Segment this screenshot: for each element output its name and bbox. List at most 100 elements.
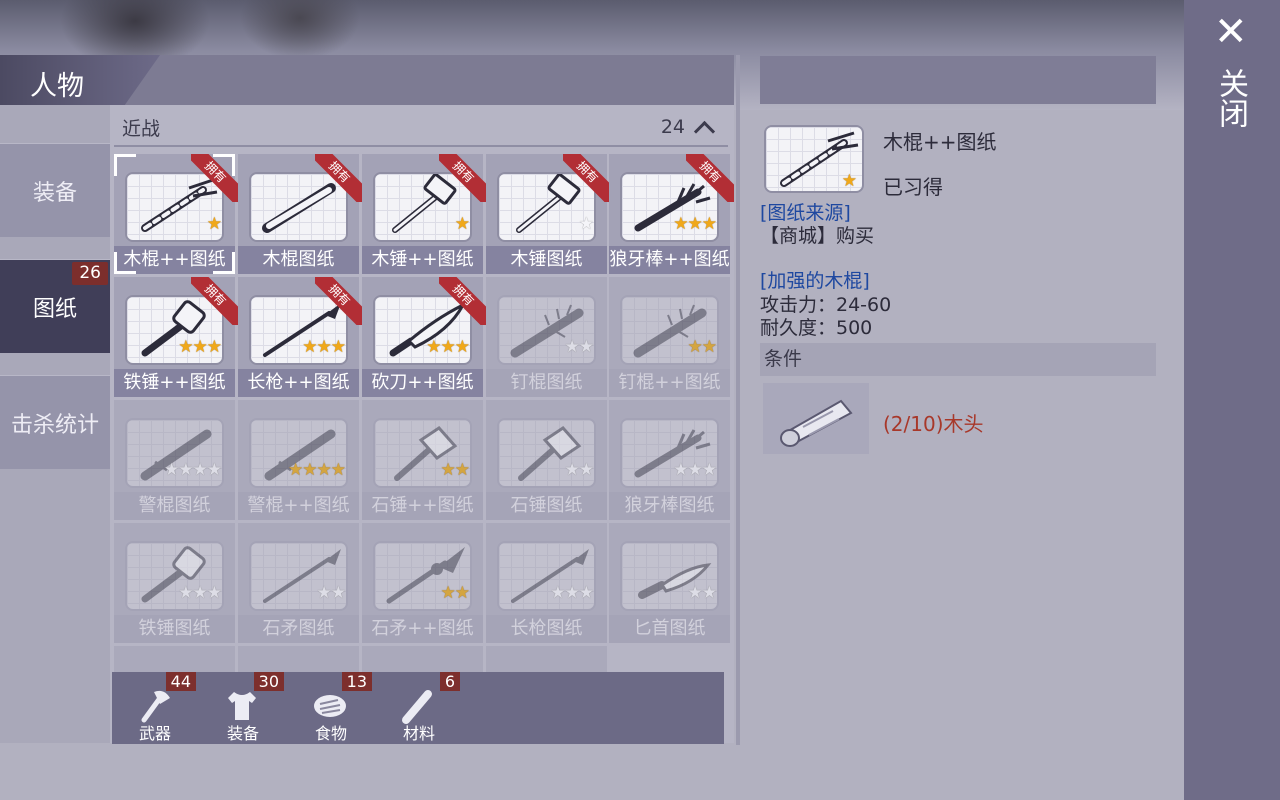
rarity-stars: ★★ bbox=[440, 583, 471, 603]
star-icon: ★ bbox=[578, 337, 594, 357]
tab-label: 材料 bbox=[402, 724, 435, 743]
nav-item-equipment[interactable]: 装备 bbox=[0, 143, 110, 237]
owned-ribbon: 拥有 bbox=[439, 277, 487, 325]
detail-blueprint-thumb: ★ bbox=[764, 125, 864, 193]
selection-corner bbox=[213, 154, 235, 176]
blueprint-label: 石锤图纸 bbox=[486, 492, 607, 520]
blueprint-label: 匕首图纸 bbox=[609, 615, 730, 643]
rarity-stars: ★★ bbox=[565, 462, 595, 479]
blueprint-label: 木棍图纸 bbox=[238, 246, 359, 274]
star-icon: ★ bbox=[316, 337, 332, 357]
inventory-tabs: 44 武器 30 装备 13 食物 6 材料 bbox=[112, 672, 724, 744]
blueprint-cell[interactable]: ★★★ 狼牙棒图纸 bbox=[609, 400, 730, 520]
material-wood-slot[interactable] bbox=[763, 383, 869, 454]
nav-item-blueprints[interactable]: 图纸 26 bbox=[0, 259, 110, 353]
star-icon: ★ bbox=[578, 214, 594, 234]
blueprint-cell[interactable]: 木棍图纸 拥有 bbox=[238, 154, 363, 274]
left-nav: 装备 图纸 26 击杀统计 bbox=[0, 105, 110, 743]
blueprint-cell[interactable]: ★ 木锤图纸 拥有 bbox=[486, 154, 611, 274]
blueprint-cell[interactable]: ★★★ 砍刀++图纸 拥有 bbox=[362, 277, 487, 397]
tab-label: 武器 bbox=[138, 724, 171, 743]
blueprint-label: 狼牙棒图纸 bbox=[609, 492, 730, 520]
blueprint-label: 长枪++图纸 bbox=[238, 369, 359, 397]
blueprint-cell[interactable]: ★★ 钉棍++图纸 bbox=[609, 277, 730, 397]
star-icon: ★ bbox=[288, 460, 303, 480]
blueprint-label: 石矛++图纸 bbox=[362, 615, 483, 643]
star-icon: ★ bbox=[192, 583, 208, 603]
owned-tag: 拥有 bbox=[439, 277, 487, 325]
detail-title: 木棍++图纸 bbox=[883, 130, 997, 154]
star-icon: ★ bbox=[550, 583, 565, 603]
star-icon: ★ bbox=[454, 337, 470, 357]
wood-log-icon bbox=[780, 399, 853, 447]
blueprint-label: 警棍++图纸 bbox=[238, 492, 359, 520]
close-button[interactable]: 关闭 bbox=[1212, 68, 1252, 128]
star-icon: ★ bbox=[164, 460, 179, 480]
selection-corner bbox=[114, 252, 136, 274]
rarity-stars: ★★ bbox=[440, 460, 471, 480]
tab-equipment[interactable]: 30 装备 bbox=[200, 672, 286, 744]
rarity-stars: ★★★ bbox=[178, 337, 222, 357]
rarity-stars: ★★★★ bbox=[288, 460, 346, 480]
star-icon: ★ bbox=[330, 583, 346, 603]
blueprint-cell[interactable]: ★★ 钉棍图纸 bbox=[486, 277, 607, 397]
rarity-stars: ★★★ bbox=[673, 460, 717, 480]
rarity-stars: ★ bbox=[207, 216, 222, 233]
star-icon: ★ bbox=[564, 583, 580, 603]
blueprint-cell[interactable]: ★★★ 长枪图纸 bbox=[486, 523, 607, 643]
nav-item-kill-stats[interactable]: 击杀统计 bbox=[0, 375, 110, 469]
close-icon[interactable]: ✕ bbox=[1214, 12, 1250, 52]
star-icon: ★ bbox=[330, 337, 346, 357]
owned-ribbon: 拥有 bbox=[563, 154, 611, 202]
owned-ribbon: 拥有 bbox=[315, 154, 363, 202]
blueprint-cell[interactable]: ★★ 石锤++图纸 bbox=[362, 400, 483, 520]
conditions-heading: 条件 bbox=[760, 343, 1156, 376]
star-icon: ★ bbox=[687, 460, 703, 480]
star-icon: ★ bbox=[440, 583, 456, 603]
star-icon: ★ bbox=[701, 460, 717, 480]
star-icon: ★ bbox=[564, 337, 580, 357]
star-icon: ★ bbox=[578, 583, 594, 603]
owned-tag: 拥有 bbox=[563, 154, 611, 202]
star-icon: ★ bbox=[330, 460, 346, 480]
star-icon: ★ bbox=[701, 214, 717, 234]
star-icon: ★ bbox=[440, 460, 456, 480]
blueprint-cell[interactable]: ★ 木锤++图纸 拥有 bbox=[362, 154, 487, 274]
owned-tag: 拥有 bbox=[191, 277, 239, 325]
owned-ribbon: 拥有 bbox=[439, 154, 487, 202]
star-icon: ★ bbox=[687, 583, 703, 603]
tab-weapons[interactable]: 44 武器 bbox=[112, 672, 198, 744]
nav-item-label: 击杀统计 bbox=[10, 412, 99, 438]
blueprint-cell[interactable]: ★★★ 长枪++图纸 拥有 bbox=[238, 277, 363, 397]
nav-item-label: 图纸 bbox=[32, 296, 77, 322]
blueprint-label: 砍刀++图纸 bbox=[362, 369, 483, 397]
blueprint-cell[interactable]: ★★★★ 警棍图纸 bbox=[114, 400, 235, 520]
blueprint-cell[interactable]: ★★★★ 警棍++图纸 bbox=[238, 400, 359, 520]
blueprint-cell[interactable]: ★★ 石矛图纸 bbox=[238, 523, 359, 643]
chevron-up-icon[interactable] bbox=[693, 120, 716, 142]
tab-count: 13 bbox=[341, 672, 372, 691]
blueprint-cell[interactable]: ★★★ 铁锤++图纸 拥有 bbox=[114, 277, 239, 397]
blueprint-cell[interactable]: ★★ 匕首图纸 bbox=[609, 523, 730, 643]
blueprint-cell[interactable]: ★★ 石锤图纸 bbox=[486, 400, 607, 520]
blueprint-cell[interactable]: ★★★ 狼牙棒++图纸 拥有 bbox=[609, 154, 734, 274]
blueprint-label: 石锤++图纸 bbox=[362, 492, 483, 520]
blueprint-label: 铁锤++图纸 bbox=[114, 369, 235, 397]
star-icon: ★ bbox=[206, 337, 222, 357]
tab-food[interactable]: 13 食物 bbox=[288, 672, 374, 744]
star-icon: ★ bbox=[454, 214, 470, 234]
blueprint-label: 木锤++图纸 bbox=[362, 246, 483, 274]
tab-materials[interactable]: 6 材料 bbox=[376, 672, 462, 744]
rarity-stars: ★★ bbox=[687, 583, 718, 603]
blueprint-label: 石矛图纸 bbox=[238, 615, 359, 643]
blueprint-cell[interactable]: ★★★ 铁锤图纸 bbox=[114, 523, 235, 643]
category-header[interactable]: 近战 24 bbox=[114, 109, 728, 147]
panel-divider bbox=[736, 55, 740, 745]
rarity-stars: ★ bbox=[578, 214, 594, 234]
star-icon: ★ bbox=[701, 337, 717, 357]
blueprint-cell[interactable]: ★★ 石矛++图纸 bbox=[362, 523, 483, 643]
rarity-stars: ★★ bbox=[564, 337, 595, 357]
star-icon: ★ bbox=[687, 214, 703, 234]
blueprint-cell[interactable]: ★ 木棍++图纸 拥有 bbox=[114, 154, 239, 274]
star-icon: ★ bbox=[673, 460, 688, 480]
